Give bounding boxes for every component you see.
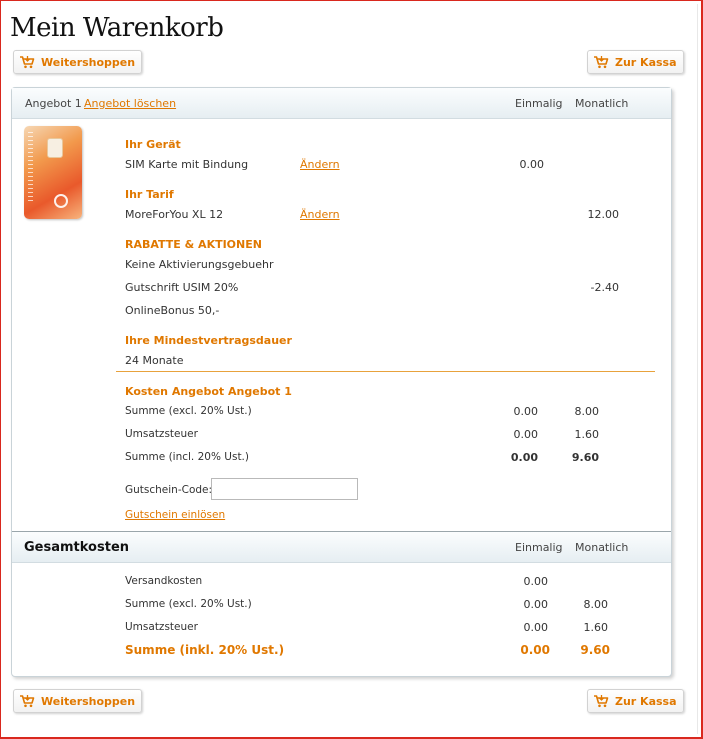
voucher-label: Gutschein-Code: [125,484,213,496]
cost-row-once: 0.00 [513,405,539,418]
discount-item-label: OnlineBonus 50,- [125,304,220,317]
delete-offer-link[interactable]: Angebot löschen [84,97,176,110]
cost-row-monthly: 9.60 [571,451,599,464]
col-monthly-header: Monatlich [575,97,629,110]
discount-item-label: Gutschrift USIM 20% [125,281,239,294]
device-once-price: 0.00 [519,158,545,171]
tariff-monthly-price: 12.00 [587,208,620,221]
continue-shopping-button-bottom[interactable]: Weitershoppen [13,689,143,713]
tariff-name: MoreForYou XL 12 [125,208,224,221]
total-row-monthly: 8.00 [583,598,609,611]
total-row-monthly: 1.60 [583,621,609,634]
total-header: Gesamtkosten Einmalig Monatlich [12,532,671,563]
scroll-edge [697,4,698,734]
page-title: Mein Warenkorb [10,13,224,43]
col-once-header: Einmalig [515,97,563,110]
continue-shopping-label: Weitershoppen [41,694,136,708]
total-row-once: 0.00 [523,575,549,588]
total-title: Gesamtkosten [24,540,130,555]
checkout-button-bottom[interactable]: Zur Kassa [587,689,684,713]
cost-row-label: Summe (excl. 20% Ust.) [125,405,252,417]
continue-shopping-button-top[interactable]: Weitershoppen [13,50,143,74]
change-tariff-link[interactable]: Ändern [300,208,340,221]
discounts-heading: RABATTE & AKTIONEN [125,238,262,251]
discount-item-label: Keine Aktivierungsgebuehr [125,258,274,271]
offer-label: Angebot 1 [25,97,82,110]
duration-heading: Ihre Mindestvertragsdauer [125,334,292,347]
total-row-label: Summe (excl. 20% Ust.) [125,598,252,610]
cart-icon [20,56,35,69]
cost-row-monthly: 8.00 [574,405,600,418]
device-name: SIM Karte mit Bindung [125,158,249,171]
total-row-once: 0.00 [523,621,549,634]
offer-header: Angebot 1 Angebot löschen Einmalig Monat… [12,88,671,119]
checkout-button-top[interactable]: Zur Kassa [587,50,684,74]
cart-icon [594,695,609,708]
cost-row-once: 0.00 [510,451,538,464]
total-col-monthly-header: Monatlich [575,541,629,554]
continue-shopping-label: Weitershoppen [41,55,136,69]
cart-panel: Angebot 1 Angebot löschen Einmalig Monat… [11,87,672,677]
cost-row-label: Umsatzsteuer [125,428,198,440]
discount-item-monthly: -2.40 [590,281,619,294]
change-device-link[interactable]: Ändern [300,158,340,171]
grand-total-once: 0.00 [520,643,550,657]
cart-icon [594,56,609,69]
grand-total-label: Summe (inkl. 20% Ust.) [125,643,285,657]
total-row-label: Versandkosten [125,575,203,587]
redeem-voucher-link[interactable]: Gutschein einlösen [125,509,225,521]
tariff-heading: Ihr Tarif [125,188,174,201]
cost-row-monthly: 1.60 [574,428,600,441]
section-divider [116,371,655,372]
total-row-label: Umsatzsteuer [125,621,198,633]
grand-total-monthly: 9.60 [580,643,610,657]
total-col-once-header: Einmalig [515,541,563,554]
checkout-label: Zur Kassa [615,55,677,69]
sim-card-image [24,126,82,219]
voucher-code-input[interactable] [211,478,358,500]
cost-row-once: 0.00 [513,428,539,441]
checkout-label: Zur Kassa [615,694,677,708]
costs-heading: Kosten Angebot Angebot 1 [125,385,292,398]
total-row-once: 0.00 [523,598,549,611]
cost-row-label: Summe (incl. 20% Ust.) [125,451,249,463]
duration-value: 24 Monate [125,354,184,367]
cart-icon [20,695,35,708]
device-heading: Ihr Gerät [125,138,181,151]
